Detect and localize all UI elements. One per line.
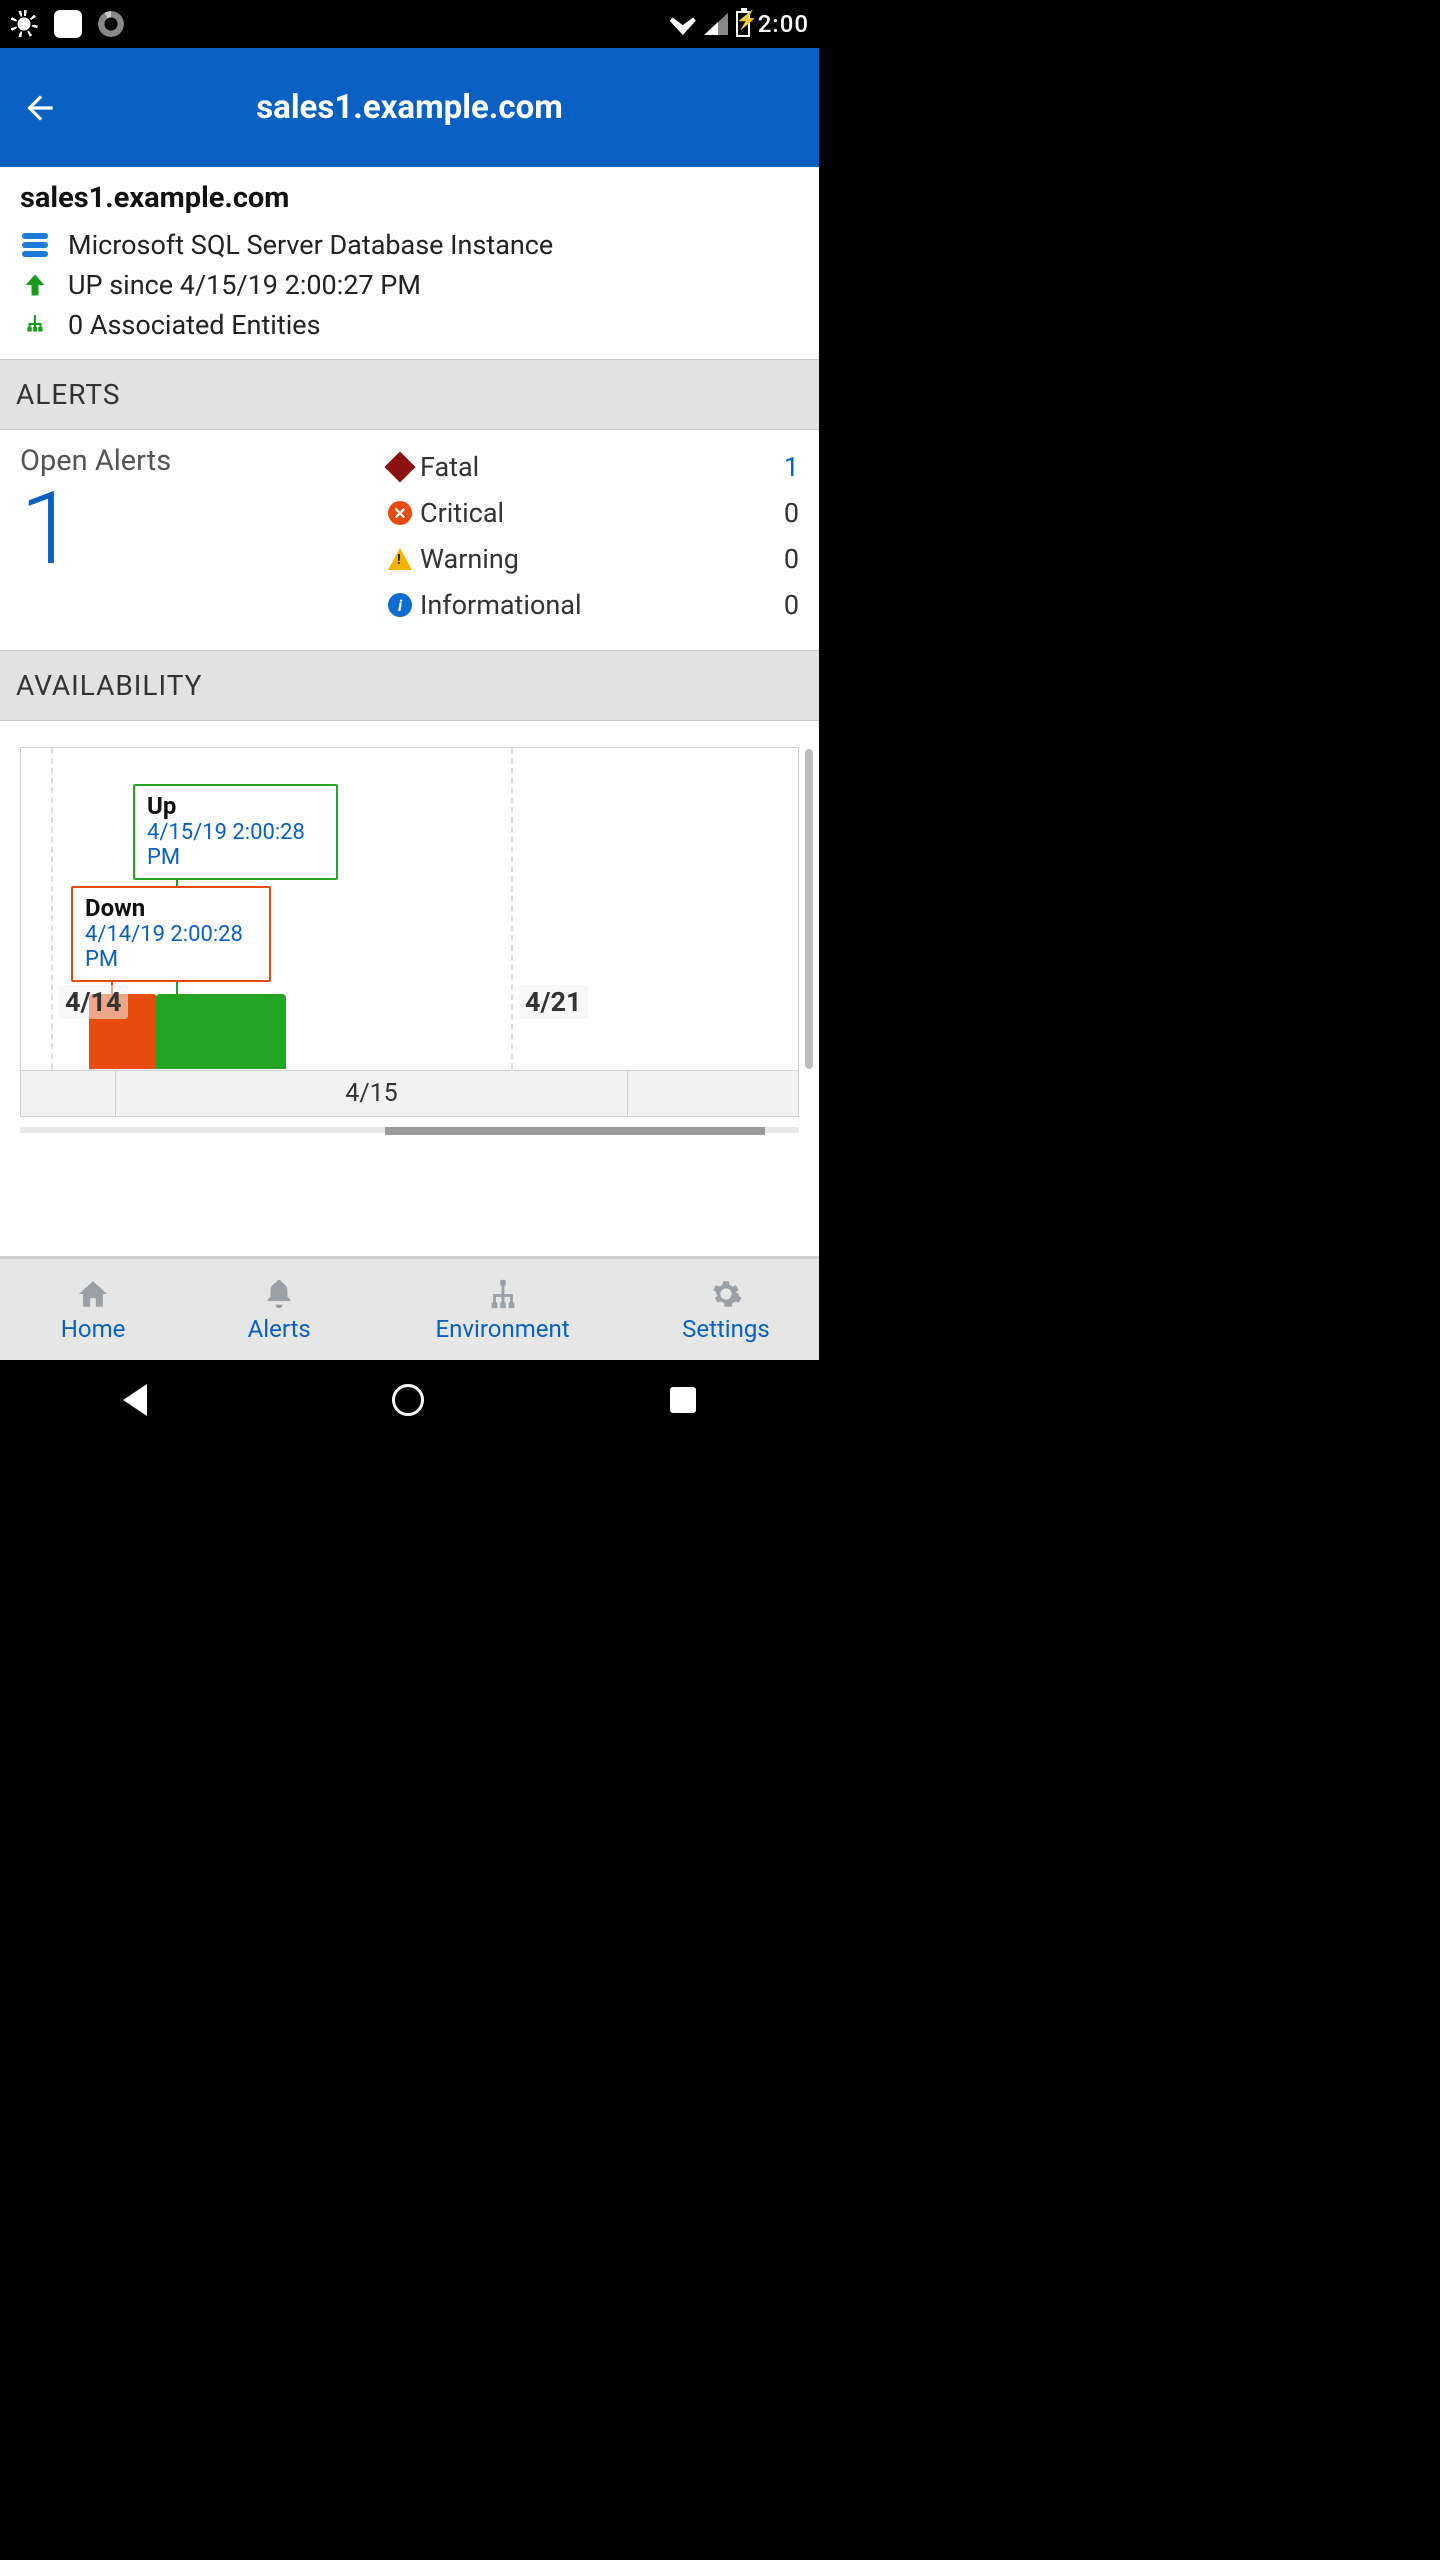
tab-environment[interactable]: Environment: [372, 1259, 633, 1360]
open-alerts-count[interactable]: 1: [20, 480, 380, 580]
info-icon: i: [388, 593, 412, 617]
bell-icon: [259, 1277, 299, 1311]
clock: 2:00: [758, 10, 809, 38]
severity-warning[interactable]: Warning 0: [380, 536, 799, 582]
severity-count: 1: [759, 451, 799, 483]
severity-fatal[interactable]: Fatal 1: [380, 444, 799, 490]
chart-x-axis: 4/15: [21, 1070, 798, 1116]
callout-timestamp: 4/15/19 2:00:28 PM: [147, 820, 324, 870]
severity-label: Fatal: [420, 451, 759, 483]
tab-label: Alerts: [248, 1315, 311, 1343]
nav-back-button[interactable]: [123, 1384, 147, 1416]
host-status: UP since 4/15/19 2:00:27 PM: [68, 269, 421, 301]
app-bar: sales1.example.com: [0, 48, 819, 167]
availability-chart[interactable]: Up 4/15/19 2:00:28 PM Down 4/14/19 2:00:…: [0, 721, 819, 1139]
x-axis-label: 4/15: [116, 1071, 628, 1116]
chart-plot-area[interactable]: Up 4/15/19 2:00:28 PM Down 4/14/19 2:00:…: [20, 747, 799, 1117]
settings-status-icon: [10, 10, 38, 38]
severity-count: 0: [759, 497, 799, 529]
loading-status-icon: [98, 11, 124, 37]
tab-home[interactable]: Home: [0, 1259, 186, 1360]
tab-settings[interactable]: Settings: [633, 1259, 819, 1360]
x-tick: 4/21: [519, 985, 588, 1019]
callout-title: Down: [85, 894, 257, 922]
android-status-bar: 2:00: [0, 0, 819, 48]
chart-vertical-scrollbar[interactable]: [805, 749, 813, 1069]
callout-timestamp: 4/14/19 2:00:28 PM: [85, 922, 257, 972]
database-icon: [22, 233, 48, 257]
device-screen: 2:00 sales1.example.com sales1.example.c…: [0, 0, 819, 1440]
section-availability-header: AVAILABILITY: [0, 650, 819, 721]
callout-down[interactable]: Down 4/14/19 2:00:28 PM: [71, 886, 271, 982]
tab-label: Settings: [682, 1315, 770, 1343]
gear-icon: [706, 1277, 746, 1311]
severity-list: Fatal 1 ✕ Critical 0 Warning 0 i Informa…: [380, 444, 799, 628]
host-type-row: Microsoft SQL Server Database Instance: [20, 229, 799, 261]
host-name: sales1.example.com: [20, 181, 799, 215]
host-status-row: UP since 4/15/19 2:00:27 PM: [20, 269, 799, 301]
bar-up[interactable]: [156, 994, 286, 1069]
home-icon: [73, 1277, 113, 1311]
x-tick: 4/14: [59, 985, 128, 1019]
host-entities: 0 Associated Entities: [68, 309, 321, 341]
warning-icon: [388, 548, 412, 570]
bottom-tab-bar: Home Alerts Environment Settings: [0, 1256, 819, 1360]
nav-home-button[interactable]: [392, 1384, 424, 1416]
severity-count: 0: [759, 543, 799, 575]
up-arrow-icon: [20, 271, 50, 299]
alerts-card: Open Alerts 1 Fatal 1 ✕ Critical 0 Warni…: [0, 430, 819, 650]
battery-charging-icon: [736, 11, 750, 37]
severity-label: Warning: [420, 543, 759, 575]
nav-recents-button[interactable]: [670, 1387, 696, 1413]
critical-icon: ✕: [388, 501, 412, 525]
tab-label: Environment: [436, 1315, 570, 1343]
callout-title: Up: [147, 792, 324, 820]
hierarchy-icon: [483, 1277, 523, 1311]
severity-label: Informational: [420, 589, 759, 621]
tab-alerts[interactable]: Alerts: [186, 1259, 372, 1360]
tab-label: Home: [61, 1315, 126, 1343]
section-alerts-header: ALERTS: [0, 359, 819, 430]
severity-critical[interactable]: ✕ Critical 0: [380, 490, 799, 536]
severity-count: 0: [759, 589, 799, 621]
severity-label: Critical: [420, 497, 759, 529]
cell-signal-icon: [704, 13, 728, 35]
host-entities-row[interactable]: 0 Associated Entities: [20, 309, 799, 341]
hierarchy-icon: [20, 312, 50, 338]
android-nav-bar: [0, 1360, 819, 1440]
page-title: sales1.example.com: [0, 88, 819, 127]
callout-up[interactable]: Up 4/15/19 2:00:28 PM: [133, 784, 338, 880]
host-summary: sales1.example.com Microsoft SQL Server …: [0, 167, 819, 359]
chart-horizontal-scrollbar[interactable]: [20, 1127, 799, 1135]
host-type: Microsoft SQL Server Database Instance: [68, 229, 553, 261]
app-status-icon: [54, 10, 82, 38]
severity-informational[interactable]: i Informational 0: [380, 582, 799, 628]
wifi-no-internet-icon: [670, 13, 696, 35]
fatal-icon: [384, 451, 415, 482]
content-area: sales1.example.com Microsoft SQL Server …: [0, 167, 819, 1256]
